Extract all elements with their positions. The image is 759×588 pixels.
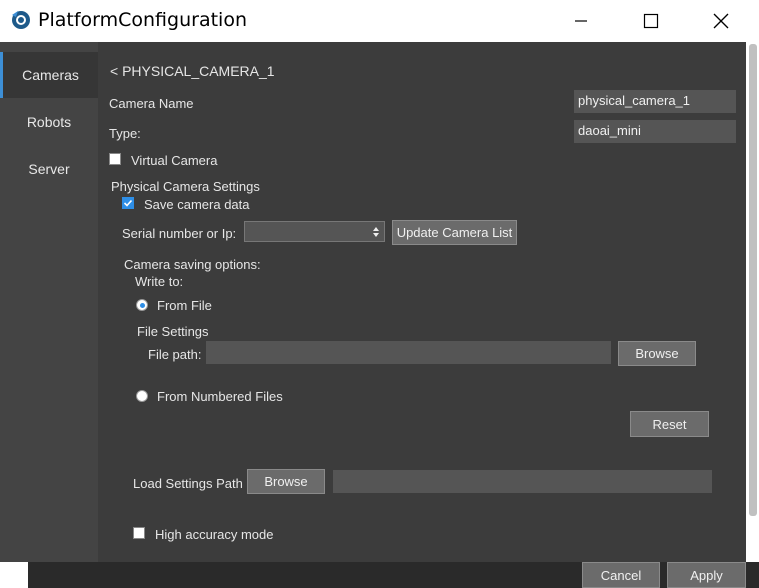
sidebar-item-label: Server	[28, 161, 70, 177]
spin-arrows-icon	[373, 227, 379, 237]
virtual-camera-checkbox[interactable]	[109, 153, 121, 165]
type-label: Type:	[109, 126, 141, 141]
maximize-button[interactable]	[628, 4, 674, 38]
file-path-label: File path:	[148, 347, 202, 362]
maximize-icon	[643, 13, 659, 29]
apply-button[interactable]: Apply	[667, 562, 746, 588]
close-icon	[713, 13, 729, 29]
scrollbar-thumb[interactable]	[749, 44, 757, 516]
load-settings-input[interactable]	[333, 470, 712, 493]
type-field[interactable]: daoai_mini	[574, 120, 736, 143]
serial-label: Serial number or Ip:	[122, 226, 237, 241]
file-settings-title: File Settings	[137, 324, 209, 339]
sidebar-item-server[interactable]: Server	[0, 146, 98, 192]
saving-options-title: Camera saving options:	[124, 257, 261, 272]
load-settings-label: Load Settings Path	[133, 476, 243, 491]
back-link[interactable]: < PHYSICAL_CAMERA_1	[110, 63, 275, 79]
sidebar-item-label: Cameras	[22, 67, 79, 83]
sidebar-item-robots[interactable]: Robots	[0, 99, 98, 145]
close-button[interactable]	[698, 4, 744, 38]
sidebar-item-label: Robots	[26, 114, 72, 130]
camera-name-label: Camera Name	[109, 96, 194, 111]
from-file-radio[interactable]	[136, 299, 148, 311]
footer-corner	[0, 562, 28, 588]
high-accuracy-checkbox[interactable]	[133, 527, 145, 539]
main-panel: < PHYSICAL_CAMERA_1 Camera Name physical…	[98, 42, 746, 562]
high-accuracy-label: High accuracy mode	[155, 527, 274, 542]
checkmark-icon	[123, 199, 133, 207]
write-to-label: Write to:	[135, 274, 184, 289]
window-title: PlatformConfiguration	[38, 9, 247, 31]
file-path-browse-button[interactable]: Browse	[618, 341, 696, 366]
title-bar: PlatformConfiguration	[0, 0, 759, 42]
reset-button[interactable]: Reset	[630, 411, 709, 437]
camera-name-field[interactable]: physical_camera_1	[574, 90, 736, 113]
minimize-button[interactable]	[558, 4, 604, 38]
physical-settings-title: Physical Camera Settings	[111, 179, 260, 194]
update-camera-list-button[interactable]: Update Camera List	[392, 220, 517, 245]
sidebar-item-cameras[interactable]: Cameras	[0, 52, 98, 98]
minimize-icon	[575, 20, 587, 22]
sidebar: Cameras Robots Server	[0, 42, 98, 562]
serial-select[interactable]	[244, 221, 385, 242]
from-numbered-files-radio[interactable]	[136, 390, 148, 402]
from-file-label: From File	[157, 298, 212, 313]
camera-eye-icon	[12, 11, 30, 29]
cancel-button[interactable]: Cancel	[582, 562, 660, 588]
save-camera-data-label: Save camera data	[144, 197, 250, 212]
virtual-camera-label: Virtual Camera	[131, 153, 218, 168]
load-settings-browse-button[interactable]: Browse	[247, 469, 325, 494]
save-camera-data-checkbox[interactable]	[122, 197, 134, 209]
from-numbered-files-label: From Numbered Files	[157, 389, 283, 404]
file-path-input[interactable]	[206, 341, 611, 364]
